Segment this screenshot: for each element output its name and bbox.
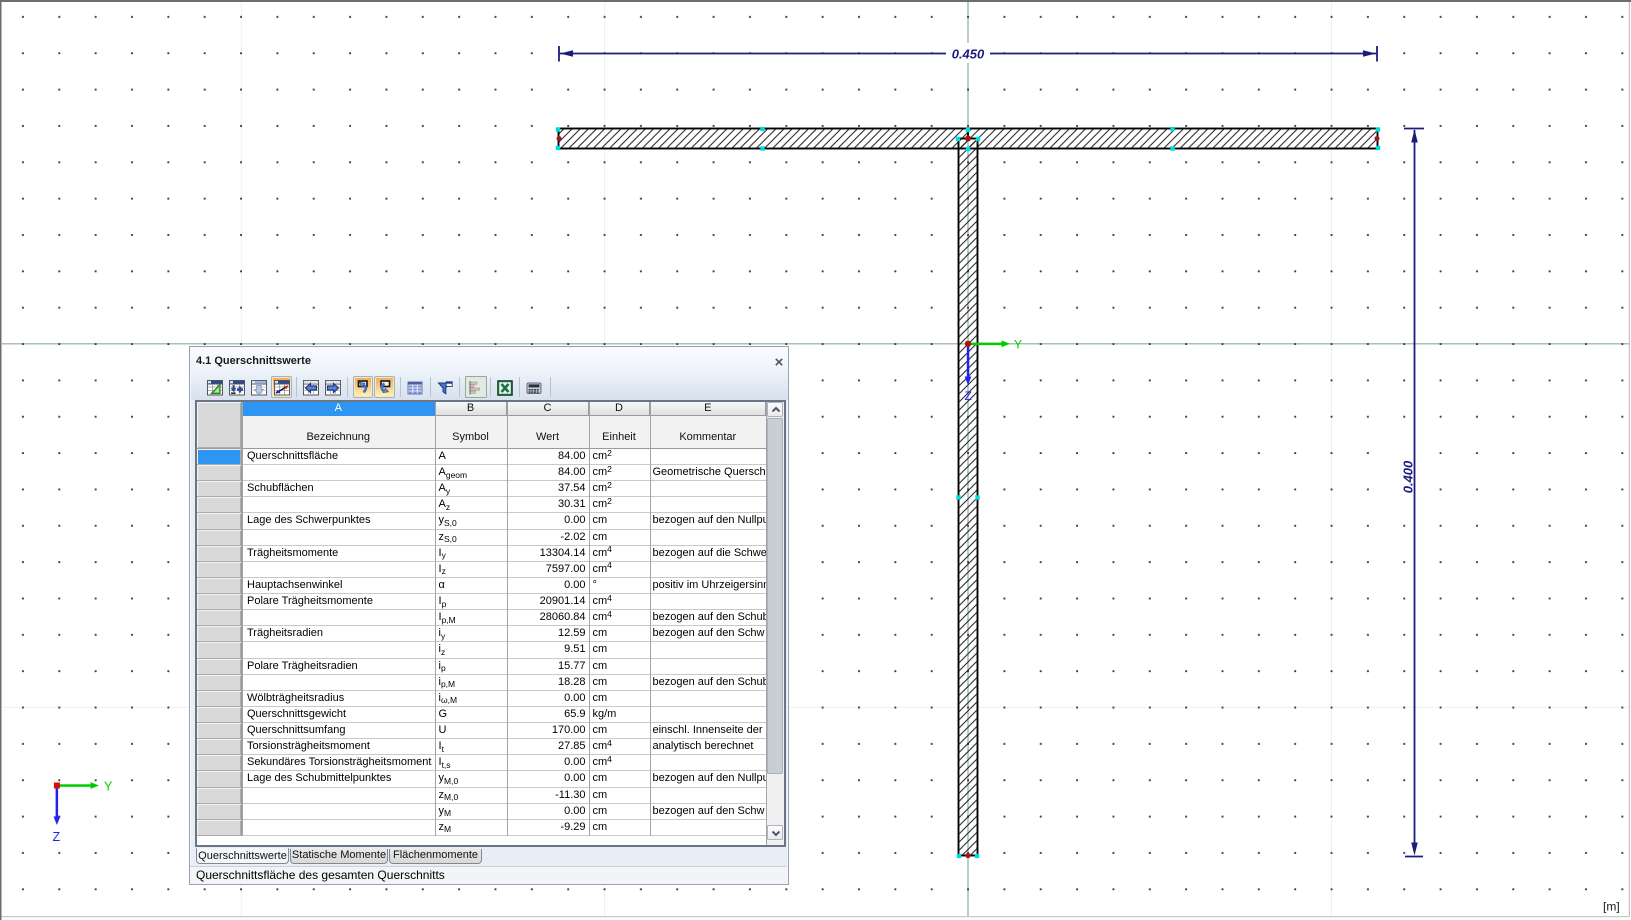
svg-text:Y: Y <box>104 780 113 794</box>
svg-text:Z: Z <box>53 830 61 844</box>
svg-text:0.400: 0.400 <box>1401 460 1416 493</box>
svg-text:0.450: 0.450 <box>952 47 985 62</box>
svg-text:Y: Y <box>1014 338 1022 352</box>
svg-text:Z: Z <box>965 389 972 403</box>
svg-text:[m]: [m] <box>1603 900 1620 914</box>
